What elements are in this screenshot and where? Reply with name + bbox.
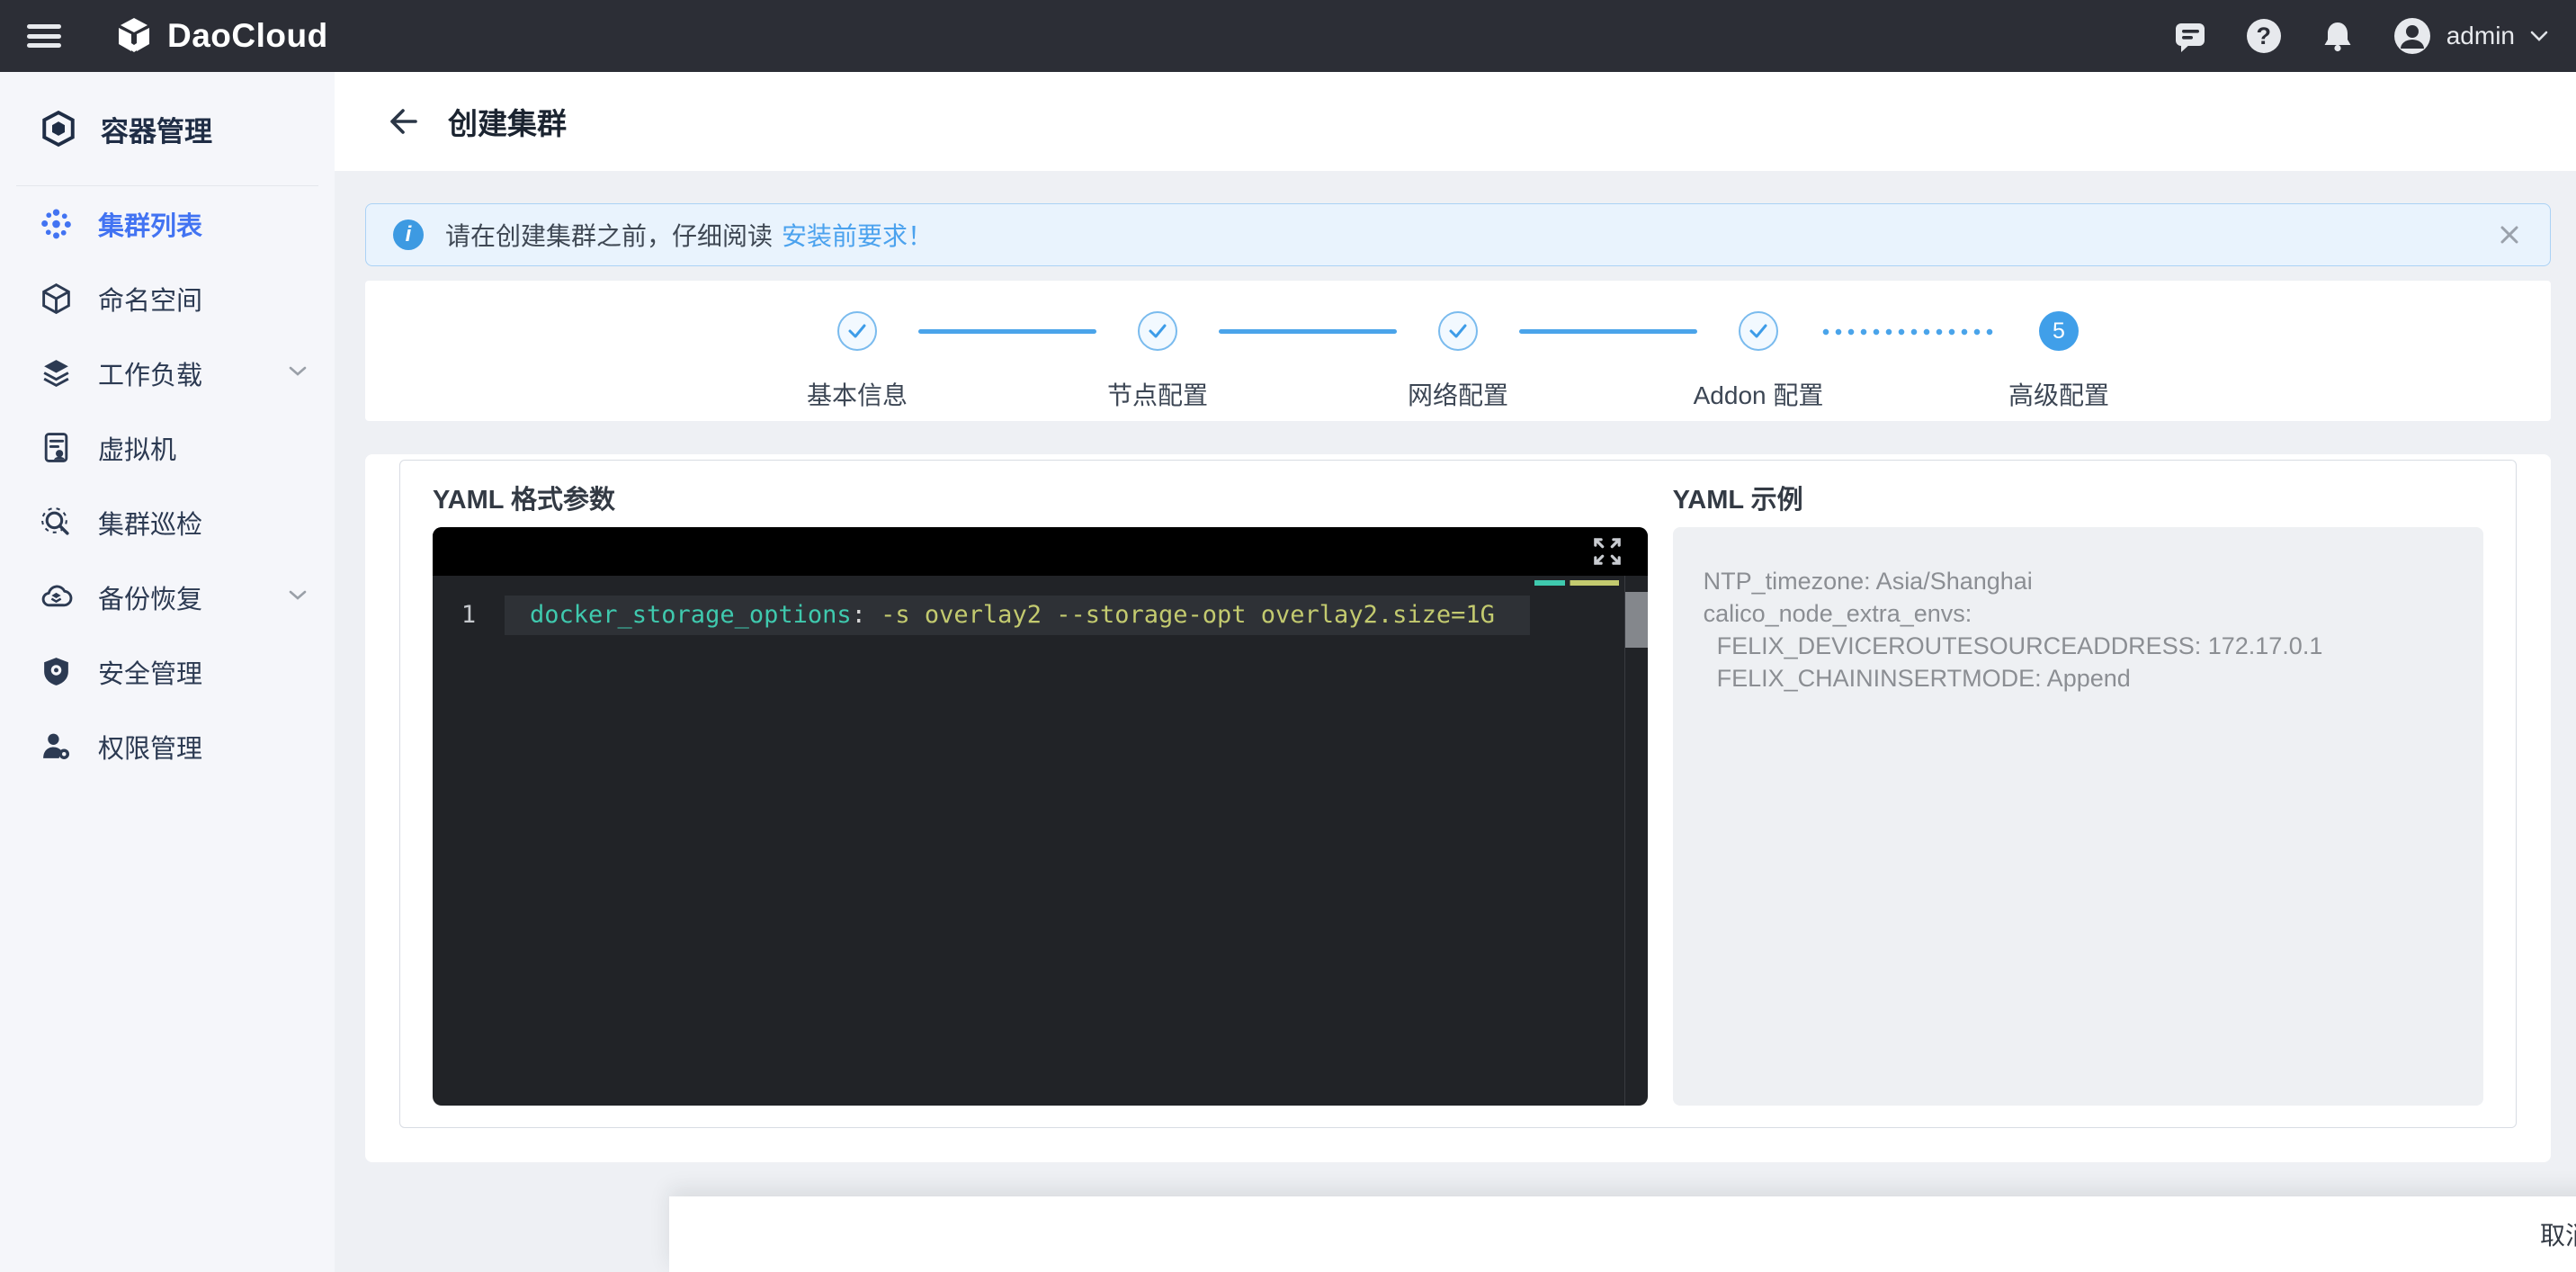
sidebar-title: 容器管理 (0, 72, 335, 185)
step-check-icon (1438, 311, 1478, 351)
backup-icon (40, 580, 73, 614)
sidebar-item-workload[interactable]: 工作负载 (0, 336, 335, 410)
sidebar-item-backup-restore[interactable]: 备份恢复 (0, 560, 335, 634)
chevron-down-icon (288, 365, 308, 381)
yaml-params-title: YAML 格式参数 (433, 477, 1648, 518)
yaml-code-editor: 1 docker_storage_options: -s overlay2 --… (433, 527, 1648, 1106)
code-line-1: 1 docker_storage_options: -s overlay2 --… (433, 596, 1648, 635)
user-gear-icon (40, 730, 73, 763)
step-number-badge: 5 (2039, 311, 2079, 351)
sidebar-item-cluster-list[interactable]: 集群列表 (0, 186, 335, 261)
step-check-icon (1739, 311, 1778, 351)
step-basic-info[interactable]: 基本信息 (803, 311, 911, 412)
brand: DaoCloud (113, 15, 328, 57)
content: i 请在创建集群之前，仔细阅读 安装前要求！ 基本信息 (335, 171, 2576, 1196)
step-connector (918, 329, 1096, 334)
example-line: FELIX_DEVICEROUTESOURCEADDRESS: 172.17.0… (1704, 630, 2453, 662)
fullscreen-icon[interactable] (1590, 534, 1624, 569)
step-node-config[interactable]: 节点配置 (1104, 311, 1212, 412)
code-line-text: docker_storage_options: -s overlay2 --st… (505, 596, 1530, 635)
sidebar-item-vm[interactable]: 虚拟机 (0, 410, 335, 485)
container-management-icon (40, 110, 77, 148)
step-connector (1519, 329, 1697, 334)
editor-scrollbar-thumb[interactable] (1625, 592, 1648, 648)
stepper: 基本信息 节点配置 网络配置 (365, 281, 2551, 421)
cancel-button[interactable]: 取消 (2531, 1207, 2576, 1261)
topbar: DaoCloud ? (0, 0, 2576, 72)
step-connector-dotted (1820, 328, 1998, 336)
namespace-icon (40, 282, 73, 315)
yaml-example-title: YAML 示例 (1673, 477, 2483, 518)
main-area: 创建集群 i 请在创建集群之前，仔细阅读 安装前要求！ (335, 72, 2576, 1272)
example-line: FELIX_CHAININSERTMODE: Append (1704, 662, 2453, 694)
sidebar-item-cluster-inspection[interactable]: 集群巡检 (0, 485, 335, 560)
step-check-icon (837, 311, 877, 351)
brand-name: DaoCloud (167, 17, 328, 55)
hamburger-menu-icon[interactable] (27, 24, 61, 48)
banner-close-icon[interactable] (2496, 221, 2523, 248)
yaml-example-box: NTP_timezone: Asia/Shanghai calico_node_… (1673, 527, 2483, 1106)
chevron-down-icon (288, 589, 308, 605)
yaml-section: YAML 格式参数 1 (399, 460, 2517, 1128)
chevron-down-icon (2529, 30, 2549, 42)
shield-icon (40, 655, 73, 688)
help-icon[interactable]: ? (2245, 17, 2283, 55)
back-button[interactable] (385, 105, 419, 138)
pre-install-requirements-link[interactable]: 安装前要求！ (782, 217, 933, 253)
page-header: 创建集群 (335, 72, 2576, 171)
code-area[interactable]: 1 docker_storage_options: -s overlay2 --… (433, 576, 1648, 1106)
virtual-machine-icon (40, 431, 73, 464)
topbar-right: ? admin (2171, 16, 2576, 56)
sidebar-item-permissions[interactable]: 权限管理 (0, 709, 335, 784)
step-connector (1219, 329, 1397, 334)
editor-toolbar (433, 527, 1648, 576)
banner-text: 请在创建集群之前，仔细阅读 (445, 217, 773, 253)
chat-icon[interactable] (2171, 17, 2209, 55)
info-icon: i (393, 219, 424, 250)
step-advanced-config[interactable]: 5 高级配置 (2005, 311, 2113, 412)
avatar (2393, 16, 2432, 56)
inspection-icon (40, 506, 73, 539)
step-check-icon (1138, 311, 1177, 351)
step-addon-config[interactable]: Addon 配置 (1704, 311, 1812, 412)
workload-icon (40, 356, 73, 390)
user-menu[interactable]: admin (2393, 16, 2549, 56)
step-network-config[interactable]: 网络配置 (1404, 311, 1512, 412)
example-line: calico_node_extra_envs: (1704, 597, 2453, 630)
daocloud-logo-icon (113, 15, 155, 57)
cluster-list-icon (40, 207, 73, 240)
example-line: NTP_timezone: Asia/Shanghai (1704, 565, 2453, 597)
page-title: 创建集群 (448, 100, 567, 143)
username: admin (2446, 22, 2515, 50)
info-banner: i 请在创建集群之前，仔细阅读 安装前要求！ (365, 203, 2551, 266)
editor-minimap[interactable] (1534, 580, 1619, 586)
sidebar-item-namespace[interactable]: 命名空间 (0, 261, 335, 336)
editor-scrollbar (1624, 576, 1648, 1106)
yaml-example-column: YAML 示例 NTP_timezone: Asia/Shanghai cali… (1673, 477, 2483, 1127)
notifications-bell-icon[interactable] (2319, 17, 2357, 55)
back-arrow-icon (385, 105, 419, 138)
app: DaoCloud ? (0, 0, 2576, 1272)
sidebar-item-security[interactable]: 安全管理 (0, 634, 335, 709)
line-number: 1 (433, 596, 505, 635)
footer-actions: 取消 上一步 确定 (669, 1196, 2576, 1272)
yaml-editor-column: YAML 格式参数 1 (433, 477, 1648, 1127)
form-card: YAML 格式参数 1 (365, 454, 2551, 1162)
sidebar: 容器管理 集群列表 命名空间 工作负载 (0, 72, 335, 1272)
